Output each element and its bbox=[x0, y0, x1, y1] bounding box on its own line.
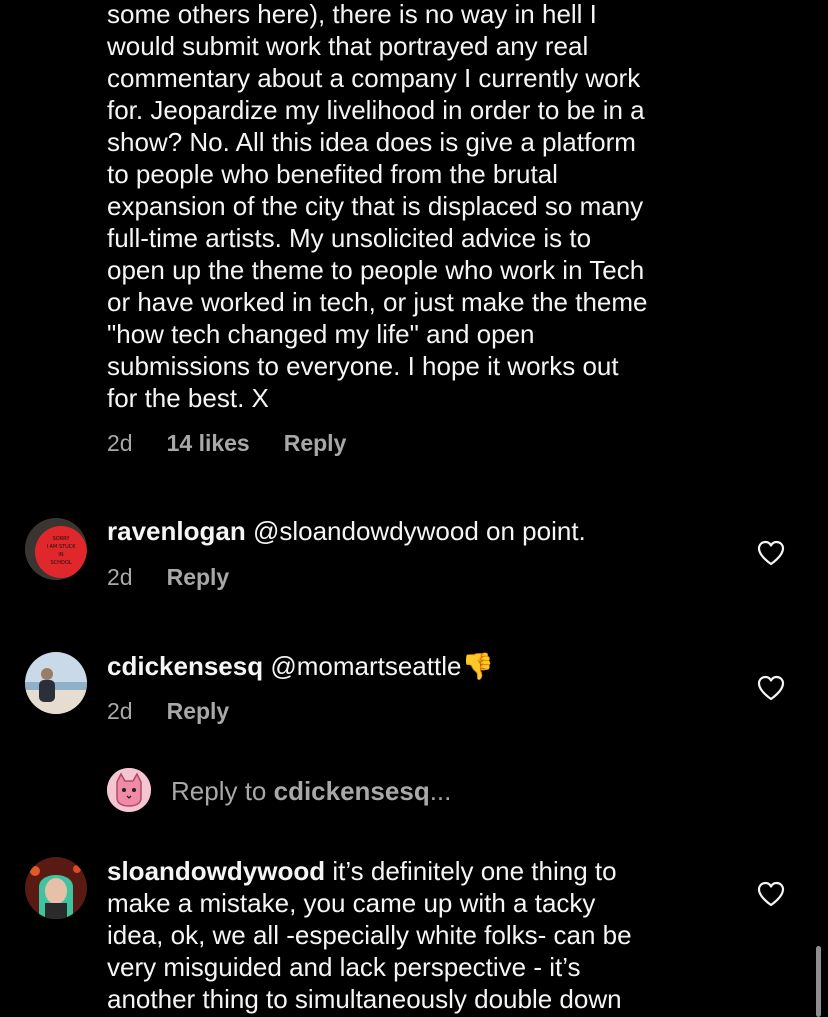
comment-text: ravenlogan @sloandowdywood on point. bbox=[107, 515, 586, 547]
cat-avatar-icon bbox=[107, 768, 151, 812]
avatar-image bbox=[25, 652, 87, 714]
comment-message-line: idea, ok, we all -especially white folks… bbox=[107, 920, 632, 950]
heart-icon[interactable] bbox=[757, 540, 785, 566]
comment-message-line: another thing to simultaneously double d… bbox=[107, 984, 622, 1014]
svg-text:SORRY: SORRY bbox=[53, 536, 71, 542]
comment-text: cdickensesq @momartseattle👎 bbox=[107, 650, 494, 682]
thumbs-down-emoji: 👎 bbox=[461, 651, 494, 681]
comment-message: @momartseattle bbox=[263, 651, 462, 681]
avatar[interactable] bbox=[25, 652, 87, 714]
reply-to-prompt[interactable]: Reply to cdickensesq... bbox=[107, 768, 607, 814]
comment-message-line: very misguided and lack perspective - it… bbox=[107, 952, 581, 982]
svg-text:IN: IN bbox=[58, 552, 63, 558]
comment-meta: 2d 14 likes Reply bbox=[107, 430, 346, 457]
reply-button[interactable]: Reply bbox=[284, 430, 347, 457]
comment-time: 2d bbox=[107, 564, 133, 590]
reply-to-ellipsis: ... bbox=[429, 776, 452, 806]
reply-to-username: cdickensesq bbox=[273, 776, 430, 806]
reply-to-prefix: Reply to bbox=[171, 776, 274, 806]
heart-icon[interactable] bbox=[757, 881, 785, 907]
avatar[interactable] bbox=[25, 857, 87, 919]
scrollbar[interactable] bbox=[816, 946, 821, 1017]
reply-button[interactable]: Reply bbox=[167, 698, 230, 725]
avatar-image: SORRY I AM STUCK IN SCHOOL bbox=[25, 518, 87, 580]
comment-username[interactable]: cdickensesq bbox=[107, 651, 263, 681]
svg-text:SCHOOL: SCHOOL bbox=[50, 560, 71, 566]
comment-body: some others here), there is no way in he… bbox=[107, 0, 648, 413]
comment-meta: 2d Reply bbox=[107, 698, 229, 725]
comment-meta: 2d Reply bbox=[107, 564, 229, 591]
comment-time: 2d bbox=[107, 430, 133, 456]
avatar[interactable]: SORRY I AM STUCK IN SCHOOL bbox=[25, 518, 87, 580]
svg-text:I AM STUCK: I AM STUCK bbox=[46, 544, 76, 550]
likes-count[interactable]: 14 likes bbox=[167, 430, 250, 457]
reply-button[interactable]: Reply bbox=[167, 564, 230, 591]
reply-to-text: Reply to cdickensesq... bbox=[171, 776, 451, 807]
comment-message-line: it’s definitely one thing to bbox=[325, 856, 617, 886]
comment-message-line: make a mistake, you came up with a tacky bbox=[107, 888, 596, 918]
comment-username[interactable]: ravenlogan bbox=[107, 516, 246, 546]
heart-icon[interactable] bbox=[757, 675, 785, 701]
avatar-image bbox=[25, 857, 87, 919]
current-user-avatar bbox=[107, 768, 151, 812]
comment-time: 2d bbox=[107, 698, 133, 724]
comment-text: sloandowdywood it’s definitely one thing… bbox=[107, 855, 747, 1015]
comment-message: @sloandowdywood on point. bbox=[245, 516, 586, 546]
comment-username[interactable]: sloandowdywood bbox=[107, 856, 325, 886]
